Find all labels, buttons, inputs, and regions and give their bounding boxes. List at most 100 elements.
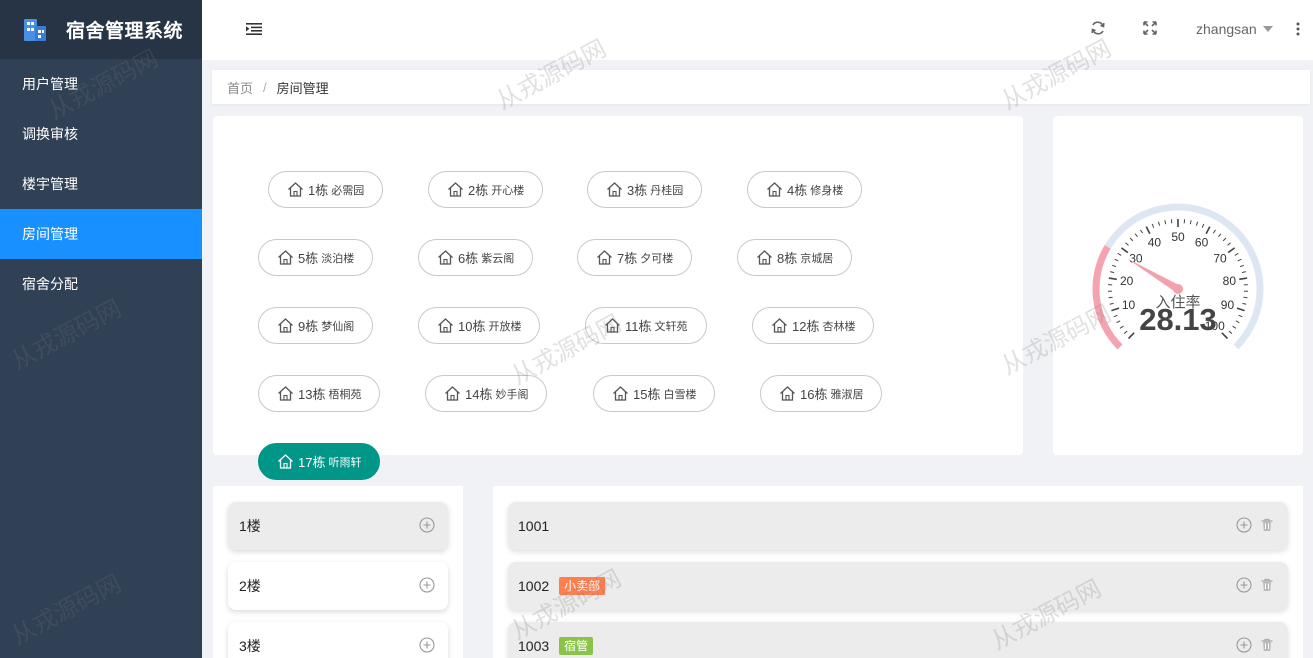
gauge-tick-label: 60 xyxy=(1195,236,1209,250)
sidebar-item-3[interactable]: 楼宇管理 xyxy=(0,159,202,209)
building-name: 京城居 xyxy=(800,252,834,265)
building-number: 10栋 xyxy=(458,319,486,334)
house-icon xyxy=(780,386,795,401)
building-button[interactable]: 17栋 听雨轩 xyxy=(258,443,381,480)
building-button[interactable]: 12栋 杏林楼 xyxy=(752,307,875,344)
gauge-tick-label: 40 xyxy=(1148,236,1162,250)
gauge-major-tick xyxy=(1111,307,1120,312)
building-button[interactable]: 2栋 开心楼 xyxy=(428,171,544,208)
building-number: 17栋 xyxy=(298,455,326,470)
gauge-minor-tick xyxy=(1113,314,1118,318)
add-circle-icon[interactable] xyxy=(1236,637,1252,653)
add-circle-icon[interactable] xyxy=(1236,517,1252,533)
gauge-tick-label: 90 xyxy=(1221,298,1235,312)
building-number: 6栋 xyxy=(458,251,479,266)
building-number: 2栋 xyxy=(468,183,489,198)
collapse-menu-icon[interactable] xyxy=(246,22,262,36)
sidebar-item-label: 房间管理 xyxy=(22,226,78,242)
gauge-minor-tick xyxy=(1151,223,1155,228)
building-button[interactable]: 5栋 淡泊楼 xyxy=(258,239,374,276)
floor-label: 1楼 xyxy=(239,518,261,534)
building-button[interactable]: 6栋 紫云阁 xyxy=(418,239,534,276)
gauge-minor-tick xyxy=(1116,320,1121,324)
trash-icon[interactable] xyxy=(1259,577,1275,593)
house-icon xyxy=(448,182,463,197)
floor-list-panel: 1楼 2楼 3楼 xyxy=(213,486,463,658)
building-name: 妙手阁 xyxy=(495,388,529,401)
floor-item[interactable]: 2楼 xyxy=(228,562,448,610)
gauge-tick-label: 50 xyxy=(1171,230,1185,244)
building-name: 杏林楼 xyxy=(822,320,856,333)
gauge-minor-tick xyxy=(1212,229,1216,234)
building-button[interactable]: 7栋 夕可楼 xyxy=(577,239,693,276)
add-circle-icon[interactable] xyxy=(419,637,435,653)
trash-icon[interactable] xyxy=(1259,517,1275,533)
building-number: 14栋 xyxy=(465,387,493,402)
room-item[interactable]: 1003 宿管 xyxy=(508,622,1288,658)
building-number: 3栋 xyxy=(627,183,648,198)
room-number: 1003 xyxy=(518,638,550,654)
sidebar-item-label: 楼宇管理 xyxy=(22,176,78,192)
fullscreen-icon[interactable] xyxy=(1142,20,1158,36)
building-number: 9栋 xyxy=(298,319,319,334)
caret-down-icon xyxy=(1262,26,1273,32)
building-number: 12栋 xyxy=(792,319,820,334)
building-number: 16栋 xyxy=(800,387,828,402)
gauge-minor-tick xyxy=(1140,229,1144,234)
refresh-icon[interactable] xyxy=(1090,20,1106,36)
sidebar: 宿舍管理系统 用户管理 调换审核楼宇管理房间管理宿舍分配 xyxy=(0,0,202,658)
building-number: 1栋 xyxy=(308,183,329,198)
gauge-major-tick xyxy=(1227,247,1236,254)
gauge-minor-tick xyxy=(1239,264,1245,268)
gauge-minor-tick xyxy=(1108,296,1113,299)
brand: 宿舍管理系统 xyxy=(0,0,202,59)
building-button[interactable]: 16栋 雅淑居 xyxy=(760,375,883,412)
sidebar-item-5[interactable]: 宿舍分配 xyxy=(0,259,202,309)
house-icon xyxy=(278,318,293,333)
gauge-major-tick xyxy=(1145,226,1151,235)
breadcrumb-home[interactable]: 首页 xyxy=(227,78,253,97)
building-button[interactable]: 3栋 丹桂园 xyxy=(587,171,703,208)
trash-icon[interactable] xyxy=(1259,637,1275,653)
user-dropdown[interactable]: zhangsan xyxy=(1196,21,1273,37)
building-button[interactable]: 1栋 必需园 xyxy=(268,171,384,208)
building-button[interactable]: 9栋 梦仙阁 xyxy=(258,307,374,344)
building-name: 梧桐苑 xyxy=(328,388,362,401)
sidebar-item-1[interactable]: 用户管理 xyxy=(0,59,202,109)
sidebar-item-2[interactable]: 调换审核 xyxy=(0,109,202,159)
gauge-minor-tick xyxy=(1164,220,1167,225)
add-circle-icon[interactable] xyxy=(419,517,435,533)
building-name: 淡泊楼 xyxy=(321,252,355,265)
room-item[interactable]: 1001 xyxy=(508,502,1288,550)
gauge-minor-tick xyxy=(1117,252,1122,256)
building-name: 夕可楼 xyxy=(640,252,674,265)
building-button[interactable]: 11栋 文轩苑 xyxy=(585,307,707,344)
floor-item[interactable]: 1楼 xyxy=(228,502,448,550)
gauge-track-filled xyxy=(1092,245,1123,350)
building-button[interactable]: 10栋 开放楼 xyxy=(418,307,541,344)
house-icon xyxy=(278,454,293,469)
house-icon xyxy=(278,250,293,265)
gauge-major-tick xyxy=(1108,277,1117,281)
gauge-value: 28.13 xyxy=(1139,302,1217,337)
gauge-minor-tick xyxy=(1228,330,1233,335)
add-circle-icon[interactable] xyxy=(1236,577,1252,593)
floor-item[interactable]: 3楼 xyxy=(228,622,448,658)
gauge-major-tick xyxy=(1239,277,1248,281)
building-button[interactable]: 13栋 梧桐苑 xyxy=(258,375,381,412)
sidebar-item-4[interactable]: 房间管理 xyxy=(0,209,202,259)
building-button[interactable]: 8栋 京城居 xyxy=(737,239,853,276)
building-button[interactable]: 14栋 妙手阁 xyxy=(425,375,548,412)
building-number: 15栋 xyxy=(633,387,661,402)
building-name: 白雪楼 xyxy=(663,388,697,401)
gauge-minor-tick xyxy=(1110,271,1115,274)
add-circle-icon[interactable] xyxy=(419,577,435,593)
building-button[interactable]: 4栋 修身楼 xyxy=(747,171,863,208)
gauge-major-tick xyxy=(1221,332,1229,340)
gauge-minor-tick xyxy=(1201,223,1205,228)
gauge-minor-tick xyxy=(1243,296,1248,299)
house-icon xyxy=(438,250,453,265)
building-button[interactable]: 15栋 白雪楼 xyxy=(593,375,716,412)
room-item[interactable]: 1002 小卖部 xyxy=(508,562,1288,610)
more-vertical-icon[interactable] xyxy=(1296,22,1300,36)
